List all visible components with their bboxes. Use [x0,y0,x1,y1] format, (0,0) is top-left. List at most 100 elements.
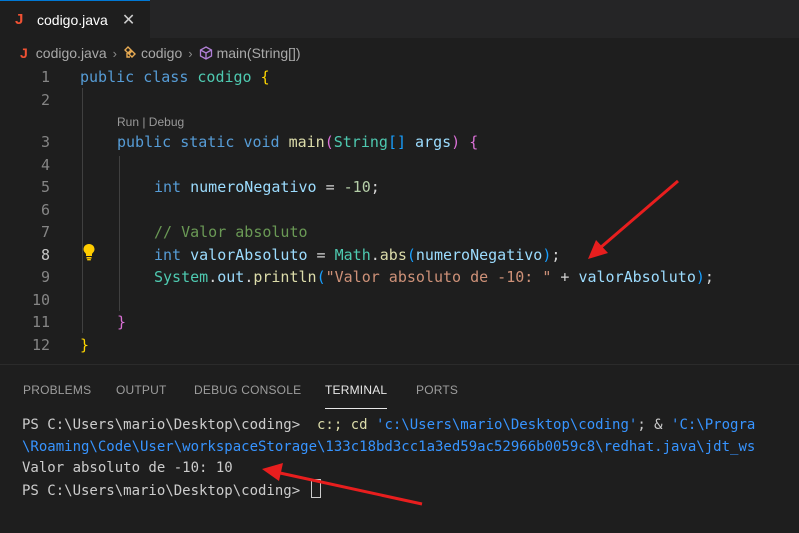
paren: ) [695,268,705,286]
variable: valorAbsoluto [578,268,696,286]
line-number: 3 [40,133,50,151]
line-number: 9 [40,268,50,286]
tab-output[interactable]: OUTPUT [116,365,167,405]
vscode-window: J codigo.java ✕ J codigo.java › codigo ›… [0,0,799,533]
bottom-panel: PROBLEMS OUTPUT DEBUG CONSOLE TERMINAL P… [0,364,799,533]
terminal-output[interactable]: Valor absoluto de -10: 10 [22,458,233,478]
terminal-path: 'c:\Users\mario\Desktop\coding' [376,417,638,433]
semicolon: ; [551,245,561,264]
lightbulb-icon[interactable] [81,243,97,261]
tab-problems[interactable]: PROBLEMS [23,365,91,405]
variable: numeroNegativo [190,178,317,196]
code-line-7[interactable]: // Valor absoluto [154,221,308,244]
symbol-method-icon [199,45,213,61]
indent-guide [82,88,83,333]
chevron-right-icon: › [188,45,193,61]
number-literal: -10 [343,178,371,196]
code-line-1[interactable]: public class codigo { [80,66,270,89]
tab-terminal[interactable]: TERMINAL [325,365,388,409]
tab-ports[interactable]: PORTS [416,365,458,405]
code-line-9[interactable]: System.out.println("Valor absoluto de -1… [154,266,714,289]
tab-debug-console[interactable]: DEBUG CONSOLE [194,365,301,405]
terminal-prompt: PS C:\Users\mario\Desktop\coding> [22,483,309,499]
line-number: 7 [40,223,50,241]
code-line-12[interactable]: } [80,334,89,357]
indent-guide [119,156,120,311]
string-literal: "Valor absoluto de -10: " [325,268,552,286]
code-line-8[interactable]: int valorAbsoluto = Math.abs(numeroNegat… [154,244,560,267]
line-number-active: 8 [40,245,50,264]
code-line-11[interactable]: } [117,311,126,334]
line-number: 1 [40,68,50,86]
dot: . [370,245,380,264]
keyword: public [80,68,135,86]
chevron-right-icon: › [112,45,117,61]
method-name: main [288,133,325,151]
panel-tabs: PROBLEMS OUTPUT DEBUG CONSOLE TERMINAL P… [0,365,799,409]
paren: ( [316,268,326,286]
paren: ) [451,133,461,151]
method-name: abs [379,245,407,264]
tab-codigo-java[interactable]: J codigo.java ✕ [0,0,150,38]
tab-label: codigo.java [37,11,108,28]
class-name: Math [334,245,371,264]
class-name: System [154,268,209,286]
java-file-icon: J [15,11,24,28]
paren: ( [406,245,416,264]
dot: . [208,268,218,286]
code-line-5[interactable]: int numeroNegativo = -10; [154,176,380,199]
operator: + [551,268,579,286]
keyword: void [243,133,280,151]
terminal-line-2[interactable]: \Roaming\Code\User\workspaceStorage\133c… [22,437,755,457]
terminal-line-1[interactable]: PS C:\Users\mario\Desktop\coding> c:; cd… [22,415,755,435]
line-number: 10 [31,290,50,309]
java-file-icon: J [20,45,28,61]
class-name: codigo [197,68,252,86]
operator: = [316,178,344,196]
terminal-prompt: PS C:\Users\mario\Desktop\coding> [22,417,309,433]
keyword: int [154,178,182,196]
line-number: 4 [40,155,50,174]
operator: = [307,245,335,264]
editor-tab-bar: J codigo.java ✕ [0,0,799,38]
dot: . [244,268,254,286]
symbol-class-icon [123,45,137,61]
line-number: 5 [40,178,50,196]
keyword: int [154,245,182,264]
breadcrumb-method[interactable]: main(String[]) [217,45,301,61]
array-brackets: [] [387,133,406,151]
terminal-path: \Roaming\Code\User\workspaceStorage\133c… [22,439,756,455]
terminal-cursor [310,479,321,498]
terminal-path: 'C:\Progra [671,417,756,433]
method-name: println [253,268,317,286]
close-icon[interactable]: ✕ [122,10,135,29]
line-number: 6 [40,200,50,219]
terminal-operator: ; & [637,417,672,433]
comment: // Valor absoluto [154,223,308,241]
variable: valorAbsoluto [190,245,308,264]
line-number: 12 [31,335,50,354]
line-number: 11 [31,313,50,331]
variable: numeroNegativo [415,245,543,264]
paren: ( [324,133,334,151]
semicolon: ; [370,178,380,196]
terminal-command: c:; cd [308,417,377,433]
codelens-run-debug[interactable]: Run | Debug [117,112,184,132]
brace: } [80,335,90,354]
brace: { [260,68,270,86]
code-line-3[interactable]: public static void main(String[] args) { [117,131,478,154]
type-name: String [333,133,388,151]
terminal-line-4[interactable]: PS C:\Users\mario\Desktop\coding> [22,479,321,499]
brace: } [117,313,127,331]
brace: { [469,133,479,151]
keyword: public [117,133,172,151]
keyword: static [180,133,235,151]
breadcrumb: J codigo.java › codigo › main(String[]) [0,40,799,66]
line-number: 2 [40,90,50,109]
keyword: class [143,68,189,86]
code-editor[interactable]: 1 2 3 4 5 6 7 8 9 10 11 12 public class … [0,66,799,358]
parameter: args [415,133,452,151]
breadcrumb-file[interactable]: codigo.java [36,45,107,61]
breadcrumb-class[interactable]: codigo [141,45,182,61]
field: out [217,268,245,286]
